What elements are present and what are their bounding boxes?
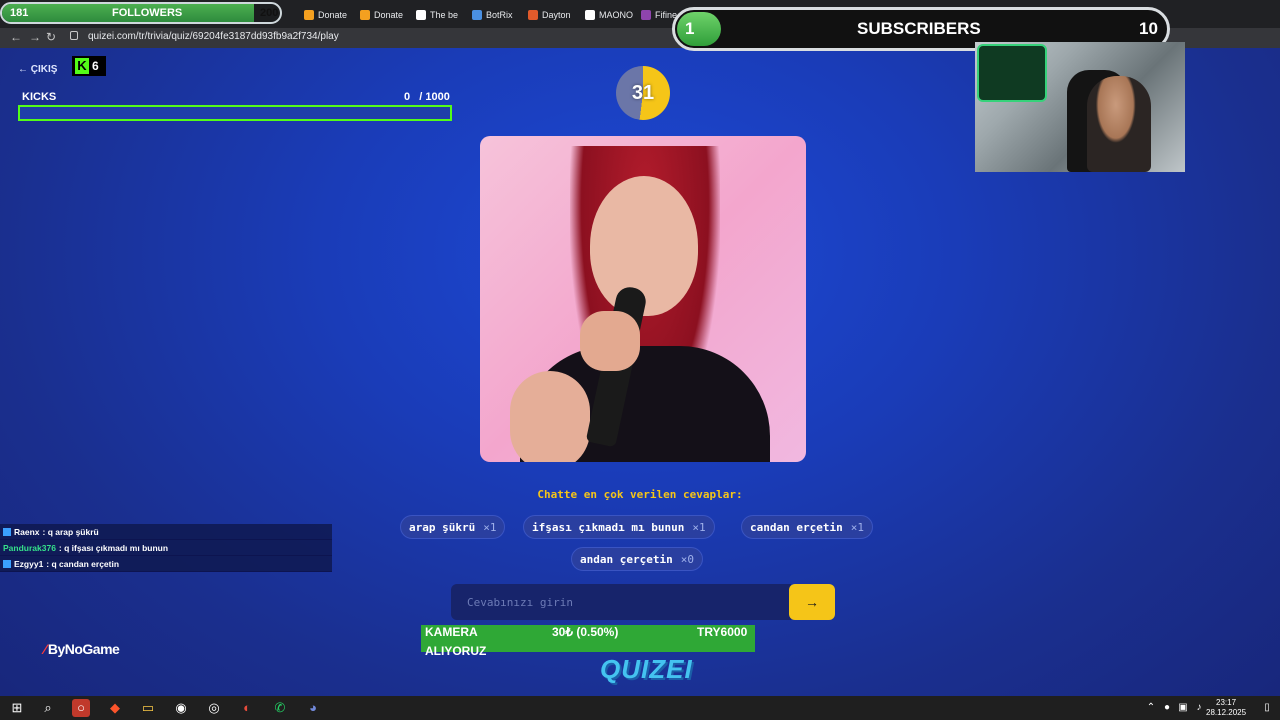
file-explorer-icon[interactable]: ▭ xyxy=(139,699,157,717)
subscribers-label: SUBSCRIBERS xyxy=(857,19,981,38)
tab-label: BotRix xyxy=(486,10,513,20)
lock-icon xyxy=(70,31,78,40)
kick-logo-icon: K xyxy=(75,58,89,74)
bynogame-mark-icon: ⁄ xyxy=(44,641,46,657)
tab-label: Dayton xyxy=(542,10,571,20)
url-text[interactable]: quizei.com/tr/trivia/quiz/69204fe3187dd9… xyxy=(88,31,339,42)
bynogame-logo: ⁄ ByNoGame xyxy=(44,641,120,657)
donation-subtitle: ALIYORUZ xyxy=(425,644,487,658)
tab-label: Donate xyxy=(374,10,404,20)
question-image xyxy=(480,136,806,462)
kick-chat-icon xyxy=(3,527,11,536)
quizei-logo: QUIZEI xyxy=(600,654,693,684)
browser-tab[interactable]: BotRix xyxy=(472,6,513,24)
tab-favicon-icon xyxy=(641,10,651,20)
donation-title: KAMERA xyxy=(425,625,478,639)
browser-tab[interactable]: Donate xyxy=(360,6,403,24)
chat-overlay: Raenx : q arap şükrü Pandurak376 : q ifş… xyxy=(0,524,332,572)
team-logo-poster xyxy=(977,44,1047,102)
subscribers-goal: 10 xyxy=(1139,19,1158,38)
chat-user: Pandurak376 xyxy=(3,542,56,553)
chat-text: : q candan erçetin xyxy=(46,558,120,569)
arrow-left-icon: ← xyxy=(18,64,31,75)
answer-count: ×0 xyxy=(680,552,694,566)
tab-favicon-icon xyxy=(472,10,482,20)
webcam-overlay xyxy=(975,42,1185,172)
tab-label: MAONO xyxy=(599,10,634,20)
image-hand xyxy=(580,311,640,371)
chat-message: Pandurak376 : q ifşası çıkmadı mı bunun xyxy=(0,540,332,556)
answer-text: candan erçetin xyxy=(750,520,843,534)
back-icon[interactable]: ← xyxy=(10,30,22,44)
brave-icon[interactable]: ◆ xyxy=(106,699,124,717)
clock-date: 28.12.2025 xyxy=(1206,708,1247,717)
kicks-progress-text: 0 / 1000 xyxy=(404,91,450,103)
system-clock[interactable]: 23:17 28.12.2025 xyxy=(1206,698,1246,718)
chat-message: Ezgyy1 : q candan erçetin xyxy=(0,556,332,572)
tab-label: Donate xyxy=(318,10,348,20)
tab-favicon-icon xyxy=(360,10,370,20)
chat-user: Ezgyy1 xyxy=(14,558,44,569)
app-icon[interactable]: ◎ xyxy=(205,699,223,717)
streamer xyxy=(1087,76,1151,172)
notifications-icon[interactable]: ▯ xyxy=(1258,699,1276,717)
browser-tab[interactable]: The be xyxy=(416,6,458,24)
followers-goal: 200 xyxy=(260,7,279,19)
answer-chip: arap şükrü ×1 xyxy=(400,515,506,539)
reload-icon[interactable]: ↻ xyxy=(46,30,56,44)
chat-text: : q arap şükrü xyxy=(42,526,99,537)
chat-text: : q ifşası çıkmadı mı bunun xyxy=(58,542,169,553)
obs-icon[interactable]: ◉ xyxy=(172,699,190,717)
search-icon[interactable]: ⌕ xyxy=(39,699,57,717)
browser-tab[interactable]: Fifine xyxy=(641,6,677,24)
tab-favicon-icon xyxy=(585,10,595,20)
countdown-timer: 31 xyxy=(616,66,670,120)
answer-text: andan çerçetin xyxy=(580,552,673,566)
exit-button[interactable]: ← ÇIKIŞ xyxy=(18,64,57,75)
answer-text: arap şükrü xyxy=(409,520,476,534)
windows-taskbar xyxy=(0,696,1280,720)
timer-value: 31 xyxy=(631,81,655,104)
tab-favicon-icon xyxy=(416,10,426,20)
chat-message: Raenx : q arap şükrü xyxy=(0,524,332,540)
bynogame-text: ByNoGame xyxy=(47,641,120,657)
browser-tab[interactable]: MAONO xyxy=(585,6,633,24)
answer-count: ×1 xyxy=(692,520,706,534)
opera-icon[interactable]: ○ xyxy=(72,699,90,717)
answer-text: ifşası çıkmadı mı bunun xyxy=(532,520,685,534)
answers-title: Chatte en çok verilen cevaplar: xyxy=(537,488,743,501)
answer-input[interactable] xyxy=(451,584,791,620)
tab-label: The be xyxy=(430,10,459,20)
followers-current: 181 xyxy=(10,7,29,19)
browser-tab[interactable]: Donate xyxy=(304,6,347,24)
kick-chat-icon xyxy=(3,559,11,568)
submit-answer-button[interactable]: → xyxy=(789,584,835,620)
kicks-label: KICKS xyxy=(22,91,57,103)
answer-count: ×1 xyxy=(850,520,864,534)
tab-favicon-icon xyxy=(304,10,314,20)
answer-chip: candan erçetin ×1 xyxy=(741,515,873,539)
clock-time: 23:17 xyxy=(1216,698,1237,707)
whatsapp-icon[interactable]: ✆ xyxy=(271,699,289,717)
subscribers-current: 1 xyxy=(685,19,695,38)
kicks-progress-bar xyxy=(18,105,452,121)
donation-goal: TRY6000 xyxy=(697,625,748,639)
image-shoulder xyxy=(510,371,590,462)
followers-label: FOLLOWERS xyxy=(112,7,183,19)
tab-favicon-icon xyxy=(528,10,538,20)
subscribers-progress-fill xyxy=(677,12,721,46)
browser-tab[interactable]: Dayton xyxy=(528,6,571,24)
discord-icon[interactable]: ◕ xyxy=(304,699,322,717)
donation-amount: 30₺ (0.50%) xyxy=(552,625,619,639)
windows-start-icon[interactable]: ⊞ xyxy=(8,699,26,717)
chat-user: Raenx xyxy=(14,526,40,537)
followers-goal-bar: 181 FOLLOWERS 200 xyxy=(0,2,282,24)
kick-badge: K 6 xyxy=(72,56,106,76)
answer-count: ×1 xyxy=(483,520,497,534)
forward-icon[interactable]: → xyxy=(29,30,41,44)
kick-count: 6 xyxy=(92,59,99,73)
answer-chip: ifşası çıkmadı mı bunun ×1 xyxy=(523,515,715,539)
answer-chip: andan çerçetin ×0 xyxy=(571,547,703,571)
chrome-icon[interactable]: ◐ xyxy=(238,699,256,717)
